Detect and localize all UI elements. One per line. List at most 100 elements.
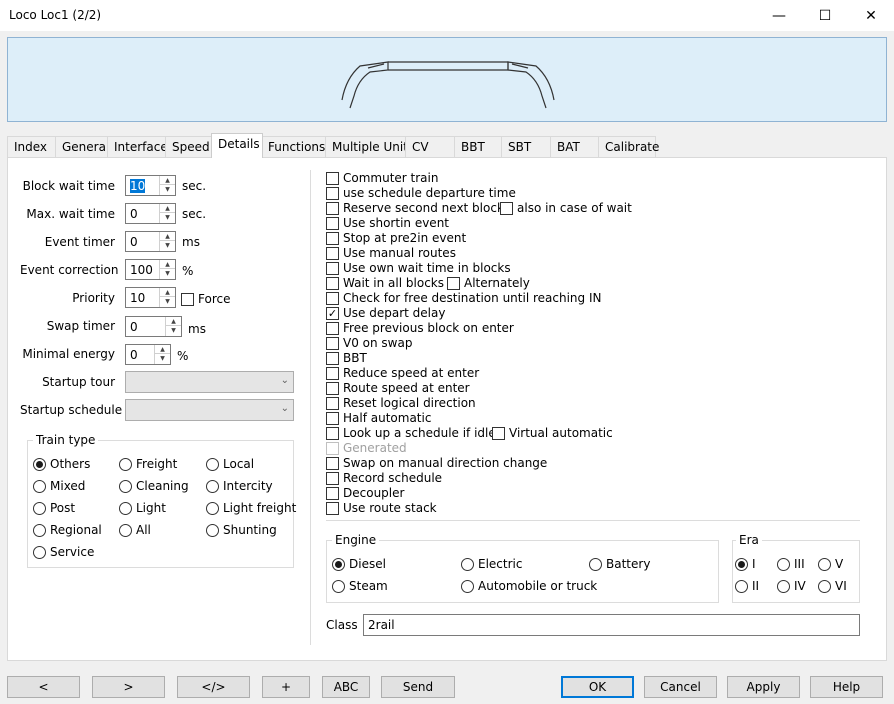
radio-circle[interactable]	[777, 579, 790, 593]
radio-circle[interactable]	[735, 579, 748, 593]
half-auto-checkbox[interactable]: Half automatic	[326, 411, 431, 425]
radio-circle[interactable]	[119, 523, 132, 537]
radio-circle[interactable]	[119, 479, 132, 493]
radio-circle[interactable]	[818, 557, 831, 571]
spin-up-icon[interactable]: ▲	[166, 317, 181, 326]
tab-general[interactable]: General	[55, 136, 109, 157]
checkbox-box[interactable]	[326, 201, 339, 215]
era-vi-radio[interactable]: VI	[818, 579, 847, 593]
train-type-all-radio[interactable]: All	[119, 523, 151, 537]
checkbox-box[interactable]	[500, 201, 513, 215]
priority-input[interactable]: 10 ▲ ▼	[125, 287, 176, 308]
previous-button[interactable]: <	[7, 676, 80, 698]
era-v-radio[interactable]: V	[818, 557, 843, 571]
checkbox-box[interactable]	[326, 486, 339, 500]
train-type-cleaning-radio[interactable]: Cleaning	[119, 479, 189, 493]
radio-circle[interactable]	[332, 579, 345, 593]
engine-diesel-radio[interactable]: Diesel	[332, 557, 386, 571]
radio-circle[interactable]	[206, 501, 219, 515]
check-free-checkbox[interactable]: Check for free destination until reachin…	[326, 291, 601, 305]
tab-multiple-unit[interactable]: Multiple Unit	[325, 136, 408, 157]
radio-circle[interactable]	[206, 523, 219, 537]
radio-circle[interactable]	[818, 579, 831, 593]
radio-circle[interactable]	[33, 501, 46, 515]
radio-circle[interactable]	[589, 557, 602, 571]
radio-circle[interactable]	[461, 579, 474, 593]
event-correction-input[interactable]: 100 ▲ ▼	[125, 259, 176, 280]
spin-up-icon[interactable]: ▲	[160, 288, 175, 297]
next-button[interactable]: >	[92, 676, 165, 698]
depart-delay-checkbox[interactable]: ✓ Use depart delay	[326, 306, 445, 320]
checkbox-box[interactable]	[326, 411, 339, 425]
checkbox-box[interactable]	[326, 246, 339, 260]
spinner-arrows[interactable]: ▲ ▼	[159, 232, 175, 251]
checkbox-box[interactable]	[326, 291, 339, 305]
force-checkbox[interactable]: Force	[181, 292, 230, 306]
minimize-button[interactable]: —	[756, 0, 802, 31]
event-timer-input[interactable]: 0 ▲ ▼	[125, 231, 176, 252]
checkbox-box[interactable]	[326, 276, 339, 290]
checkbox-box[interactable]	[326, 471, 339, 485]
spin-down-icon[interactable]: ▼	[160, 185, 175, 194]
ok-button[interactable]: OK	[561, 676, 634, 698]
era-i-radio[interactable]: I	[735, 557, 756, 571]
train-type-regional-radio[interactable]: Regional	[33, 523, 102, 537]
radio-circle[interactable]	[206, 457, 219, 471]
max-wait-time-input[interactable]: 0 ▲ ▼	[125, 203, 176, 224]
spin-down-icon[interactable]: ▼	[160, 241, 175, 250]
engine-battery-radio[interactable]: Battery	[589, 557, 650, 571]
schedule-departure-checkbox[interactable]: use schedule departure time	[326, 186, 516, 200]
engine-automobile-radio[interactable]: Automobile or truck	[461, 579, 597, 593]
maximize-button[interactable]: ☐	[802, 0, 848, 31]
record-schedule-checkbox[interactable]: Record schedule	[326, 471, 442, 485]
spinner-arrows[interactable]: ▲ ▼	[165, 317, 181, 336]
checkbox-box[interactable]	[326, 171, 339, 185]
route-stack-checkbox[interactable]: Use route stack	[326, 501, 437, 515]
tab-speed[interactable]: Speed	[165, 136, 212, 157]
route-speed-checkbox[interactable]: Route speed at enter	[326, 381, 470, 395]
checkbox-box[interactable]	[326, 501, 339, 515]
checkbox-box[interactable]	[492, 426, 505, 440]
tab-calibrate[interactable]: Calibrate	[598, 136, 659, 157]
engine-steam-radio[interactable]: Steam	[332, 579, 388, 593]
tab-functions[interactable]: Functions	[261, 136, 326, 157]
train-type-post-radio[interactable]: Post	[33, 501, 75, 515]
era-iii-radio[interactable]: III	[777, 557, 805, 571]
train-type-local-radio[interactable]: Local	[206, 457, 254, 471]
cancel-button[interactable]: Cancel	[644, 676, 717, 698]
checkbox-box[interactable]	[326, 216, 339, 230]
train-type-others-radio[interactable]: Others	[33, 457, 90, 471]
alternately-checkbox[interactable]: Alternately	[447, 276, 530, 290]
radio-circle[interactable]	[33, 523, 46, 537]
train-type-freight-radio[interactable]: Freight	[119, 457, 177, 471]
reduce-speed-checkbox[interactable]: Reduce speed at enter	[326, 366, 479, 380]
checkbox-box[interactable]	[181, 292, 194, 306]
tab-interface[interactable]: Interface	[107, 136, 168, 157]
shortin-checkbox[interactable]: Use shortin event	[326, 216, 449, 230]
spin-up-icon[interactable]: ▲	[160, 176, 175, 185]
swap-manual-checkbox[interactable]: Swap on manual direction change	[326, 456, 547, 470]
wait-all-checkbox[interactable]: Wait in all blocks	[326, 276, 444, 290]
checkbox-box[interactable]	[326, 261, 339, 275]
checkbox-box[interactable]	[326, 396, 339, 410]
train-type-service-radio[interactable]: Service	[33, 545, 94, 559]
close-button[interactable]: ✕	[848, 0, 894, 31]
reset-direction-checkbox[interactable]: Reset logical direction	[326, 396, 476, 410]
tab-details[interactable]: Details	[211, 133, 263, 158]
radio-circle[interactable]	[119, 501, 132, 515]
code-button[interactable]: </>	[177, 676, 250, 698]
free-previous-checkbox[interactable]: Free previous block on enter	[326, 321, 514, 335]
radio-circle[interactable]	[119, 457, 132, 471]
spin-up-icon[interactable]: ▲	[155, 345, 170, 354]
checkbox-box[interactable]	[326, 456, 339, 470]
era-iv-radio[interactable]: IV	[777, 579, 806, 593]
manual-routes-checkbox[interactable]: Use manual routes	[326, 246, 456, 260]
help-button[interactable]: Help	[810, 676, 883, 698]
checkbox-box[interactable]	[326, 351, 339, 365]
send-button[interactable]: Send	[381, 676, 455, 698]
checkbox-box[interactable]	[447, 276, 460, 290]
startup-tour-select[interactable]: ⌄	[125, 371, 294, 393]
apply-button[interactable]: Apply	[727, 676, 800, 698]
spin-down-icon[interactable]: ▼	[160, 213, 175, 222]
block-wait-time-input[interactable]: 10 ▲ ▼	[125, 175, 176, 196]
